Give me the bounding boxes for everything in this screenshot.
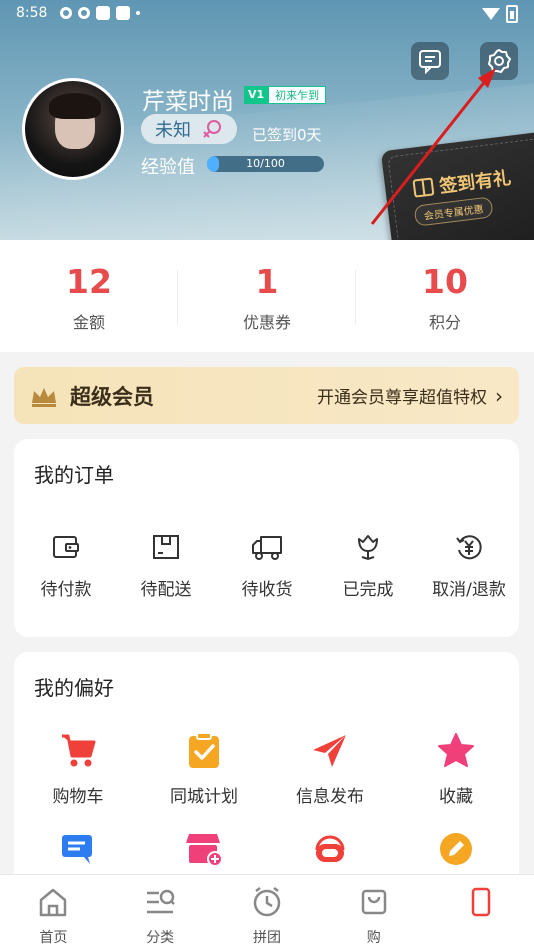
status-notification-icons <box>60 6 140 20</box>
star-icon <box>438 733 474 767</box>
stat-value: 10 <box>422 262 468 301</box>
exp-label: 经验值 <box>141 157 195 178</box>
stat-value: 12 <box>66 262 112 301</box>
account-stats: 12 金额 1 优惠券 10 积分 <box>0 240 534 352</box>
pref-customer-service[interactable] <box>285 830 375 868</box>
notification-icon <box>78 7 90 19</box>
stat-label: 金额 <box>72 313 105 332</box>
gear-icon <box>488 49 511 73</box>
status-time: 8:58 <box>16 5 48 21</box>
my-preferences-card: 我的偏好 购物车 同城计划 信息发布 收藏 <box>14 652 519 892</box>
tab-home[interactable]: 首页 <box>0 875 107 951</box>
pref-shopping-cart[interactable]: 购物车 <box>33 732 123 807</box>
stat-balance[interactable]: 12 金额 <box>0 240 178 352</box>
clock-icon <box>253 887 281 917</box>
message-icon <box>419 50 441 74</box>
tab-profile[interactable] <box>427 875 534 951</box>
notification-icon <box>96 6 110 20</box>
clipboard-check-icon <box>189 732 219 768</box>
order-label: 待配送 <box>140 580 192 600</box>
tab-label: 拼团 <box>252 930 281 946</box>
pref-publish-info[interactable]: 信息发布 <box>285 732 375 807</box>
pref-label: 同城计划 <box>170 787 238 807</box>
order-pending-receipt[interactable]: 待收货 <box>222 531 312 600</box>
pref-edit[interactable] <box>411 830 501 868</box>
profile-header: 8:58 芹菜时尚 V1 初来乍到 未知 已签到0天 经验值 10/100 签到… <box>0 0 534 240</box>
flower-icon <box>358 535 378 561</box>
refund-icon <box>456 535 482 560</box>
gender-label: 未知 <box>155 120 191 141</box>
status-system-icons <box>482 5 518 23</box>
edit-icon <box>440 833 472 865</box>
pref-label: 收藏 <box>439 787 473 807</box>
wallet-icon <box>53 536 79 558</box>
paper-plane-icon <box>313 735 346 767</box>
order-completed[interactable]: 已完成 <box>323 531 413 600</box>
pref-label: 购物车 <box>52 787 104 807</box>
headset-icon <box>315 835 345 862</box>
order-label: 取消/退款 <box>432 580 506 600</box>
order-label: 已完成 <box>342 580 394 600</box>
pref-messages[interactable] <box>33 830 123 868</box>
pref-label: 信息发布 <box>296 787 364 807</box>
box-icon <box>153 535 179 559</box>
stat-value: 1 <box>255 262 279 301</box>
exp-progress-bar: 10/100 <box>207 156 324 172</box>
tab-group-buy[interactable]: 拼团 <box>214 875 321 951</box>
tab-label: 分类 <box>146 930 175 946</box>
profile-tab-icon <box>471 887 490 917</box>
nickname: 芹菜时尚 <box>142 89 234 115</box>
message-button[interactable] <box>411 42 449 80</box>
bottom-tab-bar: 首页 分类 拼团 购 <box>0 874 534 951</box>
crown-icon <box>32 387 56 407</box>
order-pending-delivery[interactable]: 待配送 <box>121 531 211 600</box>
store-add-icon <box>186 834 223 867</box>
tab-label: 购 <box>366 930 381 946</box>
gender-pill: 未知 <box>141 114 237 144</box>
vip-tag: 初来乍到 <box>268 86 327 104</box>
orders-title: 我的订单 <box>34 463 114 487</box>
vip-banner-promo: 开通会员尊享超值特权 <box>317 388 487 408</box>
status-bar: 8:58 <box>0 0 534 28</box>
order-pending-payment[interactable]: 待付款 <box>21 531 111 600</box>
battery-icon <box>506 5 518 23</box>
truck-icon <box>252 536 282 560</box>
vip-level: V1 <box>244 86 269 104</box>
stat-points[interactable]: 10 积分 <box>356 240 534 352</box>
super-vip-banner[interactable]: 超级会员 开通会员尊享超值特权 › <box>14 367 519 424</box>
notification-icon <box>116 6 130 20</box>
gift-icon <box>412 177 435 198</box>
category-icon <box>147 889 176 914</box>
exp-progress-text: 10/100 <box>246 157 285 170</box>
more-notifications-icon <box>136 11 140 15</box>
settings-button[interactable] <box>480 42 518 80</box>
cart-tab-icon <box>361 889 387 915</box>
pref-city-plan[interactable]: 同城计划 <box>159 732 249 807</box>
tab-cart[interactable]: 购 <box>320 875 427 951</box>
tab-label: 首页 <box>39 930 68 946</box>
chat-icon <box>62 835 92 864</box>
stat-label: 优惠券 <box>242 313 291 332</box>
avatar[interactable] <box>22 78 124 180</box>
stat-coupons[interactable]: 1 优惠券 <box>178 240 356 352</box>
order-label: 待付款 <box>40 580 92 600</box>
sign-in-reward-card[interactable]: 签到有礼 会员专属优惠 <box>380 129 534 240</box>
signed-days: 已签到0天 <box>252 126 322 144</box>
wifi-icon <box>482 8 500 20</box>
order-label: 待收货 <box>241 580 293 600</box>
notification-icon <box>60 7 72 19</box>
my-orders-card: 我的订单 待付款 待配送 待收货 已完成 取消/退款 <box>14 439 519 637</box>
chevron-right-icon: › <box>495 383 503 408</box>
pref-add-store[interactable] <box>159 830 249 868</box>
tab-category[interactable]: 分类 <box>107 875 214 951</box>
preferences-title: 我的偏好 <box>34 676 114 700</box>
stat-label: 积分 <box>428 313 461 332</box>
order-refund[interactable]: 取消/退款 <box>424 531 514 600</box>
vip-banner-title: 超级会员 <box>70 384 154 409</box>
home-icon <box>40 888 67 917</box>
vip-badge: V1 初来乍到 <box>244 86 327 104</box>
pref-favorites[interactable]: 收藏 <box>411 732 501 807</box>
female-symbol-icon <box>203 120 221 138</box>
cart-icon <box>62 734 96 767</box>
